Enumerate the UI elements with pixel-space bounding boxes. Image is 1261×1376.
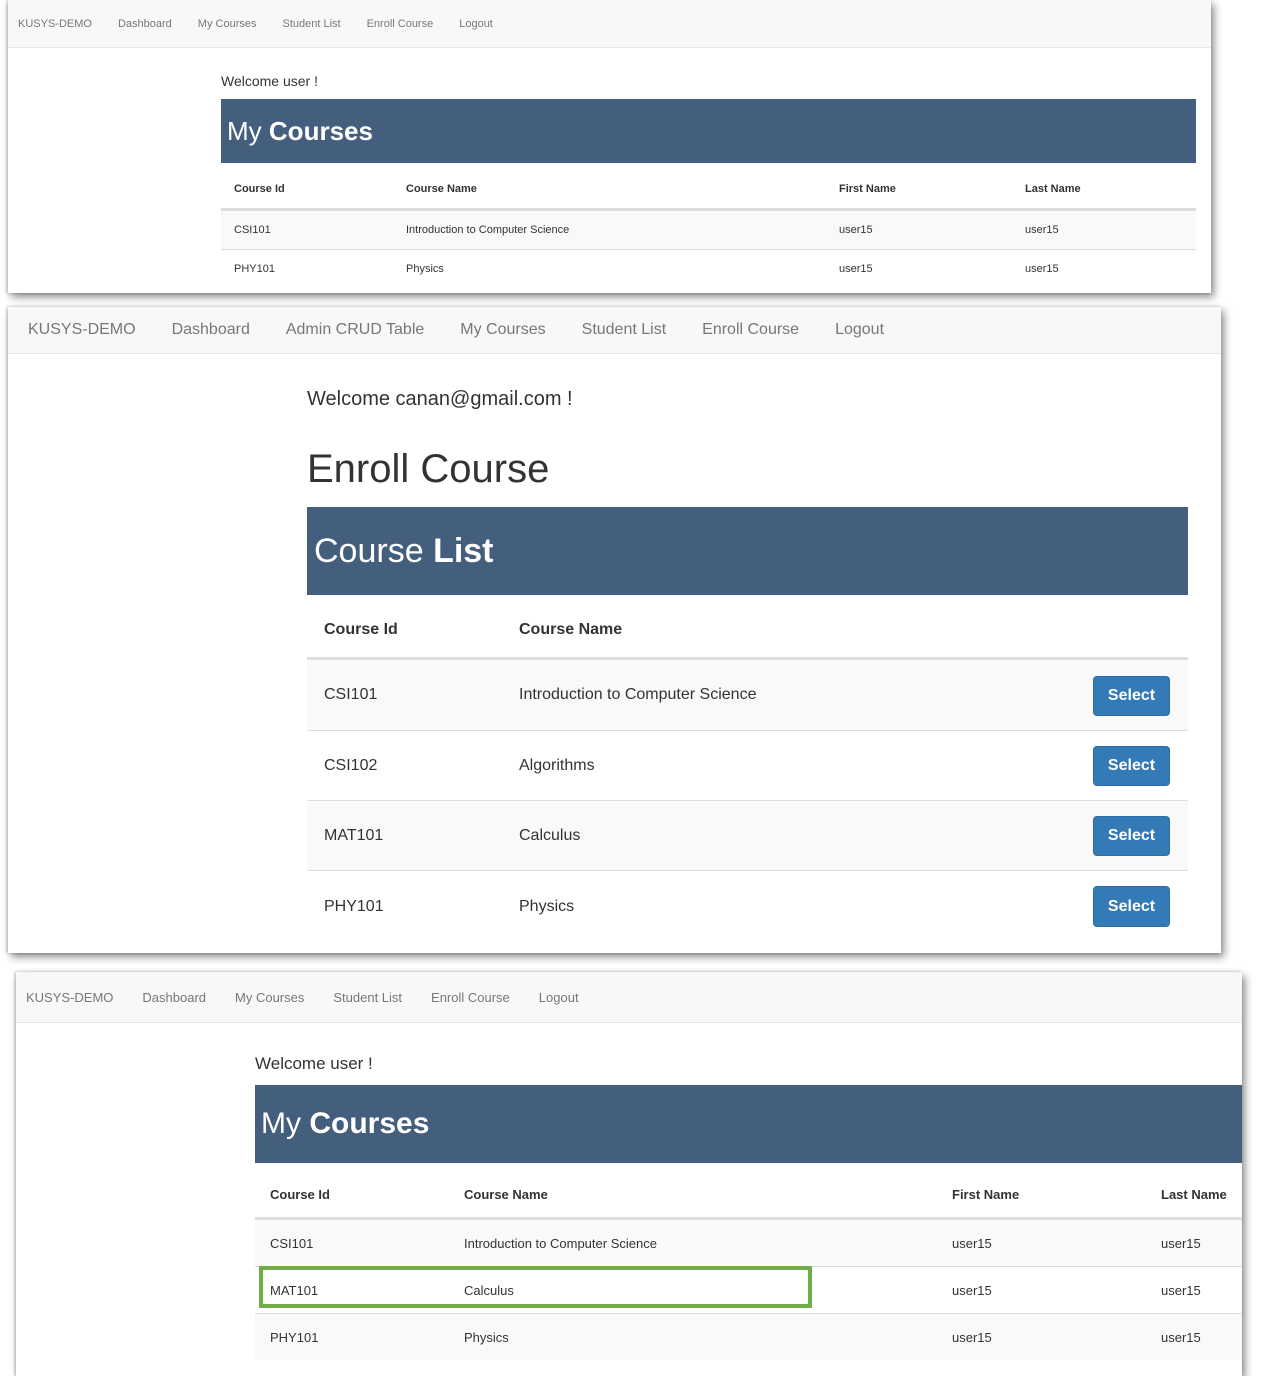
col-last-name: Last Name <box>1025 183 1081 195</box>
table-row: CSI101 Introduction to Computer Science … <box>307 659 1188 730</box>
cell-course-id: PHY101 <box>234 263 275 275</box>
nav-logout[interactable]: Logout <box>539 990 579 1005</box>
navbar: KUSYS-DEMO Dashboard My Courses Student … <box>8 0 1211 48</box>
header-light: My <box>261 1107 301 1140</box>
cell-course-id: CSI101 <box>324 686 378 703</box>
cell-course-id: MAT101 <box>324 826 384 844</box>
table-header-row: Course Id Course Name First Name Last Na… <box>255 1172 1242 1219</box>
course-list-header: Course List <box>307 507 1188 595</box>
nav-my-courses[interactable]: My Courses <box>460 321 545 339</box>
screenshot-my-courses-1: KUSYS-DEMO Dashboard My Courses Student … <box>8 0 1211 293</box>
cell-last-name: user15 <box>1161 1329 1201 1345</box>
cell-course-name: Physics <box>464 1329 509 1345</box>
col-course-name: Course Name <box>519 620 623 638</box>
nav-brand[interactable]: KUSYS-DEMO <box>18 18 92 30</box>
table-row: CSI101 Introduction to Computer Science … <box>221 210 1196 249</box>
my-courses-header: My Courses <box>221 99 1196 163</box>
cell-first-name: user15 <box>952 1329 992 1345</box>
cell-course-name: Physics <box>406 263 444 275</box>
cell-first-name: user15 <box>952 1282 992 1298</box>
cell-last-name: user15 <box>1025 263 1059 275</box>
cell-course-id: PHY101 <box>270 1329 319 1345</box>
cell-course-id: CSI102 <box>324 756 378 774</box>
table-header-row: Course Id Course Name First Name Last Na… <box>221 170 1196 210</box>
cell-first-name: user15 <box>839 263 873 275</box>
cell-last-name: user15 <box>1161 1282 1201 1298</box>
select-button[interactable]: Select <box>1093 816 1170 856</box>
welcome-text: Welcome user ! <box>255 1054 373 1073</box>
cell-course-id: CSI101 <box>234 224 271 236</box>
nav-admin-crud-table[interactable]: Admin CRUD Table <box>286 321 424 339</box>
select-button[interactable]: Select <box>1093 886 1170 927</box>
cell-first-name: user15 <box>952 1235 992 1251</box>
nav-student-list[interactable]: Student List <box>282 18 340 30</box>
nav-my-courses[interactable]: My Courses <box>235 990 304 1005</box>
nav-student-list[interactable]: Student List <box>333 990 402 1005</box>
select-button[interactable]: Select <box>1093 676 1170 716</box>
cell-course-name: Algorithms <box>519 756 595 774</box>
table-row: PHY101 Physics user15 user15 <box>221 249 1196 288</box>
table-row: CSI101 Introduction to Computer Science … <box>255 1219 1242 1266</box>
welcome-text: Welcome user ! <box>221 73 318 89</box>
course-list-table: Course Id Course Name CSI101 Introductio… <box>307 602 1188 942</box>
nav-enroll-course[interactable]: Enroll Course <box>431 990 510 1005</box>
header-bold: Courses <box>309 1107 430 1140</box>
cell-course-id: CSI101 <box>270 1235 314 1251</box>
my-courses-table: Course Id Course Name First Name Last Na… <box>255 1172 1242 1360</box>
nav-my-courses[interactable]: My Courses <box>198 18 257 30</box>
col-course-id: Course Id <box>270 1187 330 1202</box>
my-courses-table: Course Id Course Name First Name Last Na… <box>221 170 1196 293</box>
col-course-name: Course Name <box>406 183 477 195</box>
nav-brand[interactable]: KUSYS-DEMO <box>28 321 136 339</box>
nav-dashboard[interactable]: Dashboard <box>142 990 206 1005</box>
nav-logout[interactable]: Logout <box>459 18 493 30</box>
table-row: PHY101 Physics user15 user15 <box>255 1313 1242 1360</box>
nav-enroll-course[interactable]: Enroll Course <box>367 18 434 30</box>
nav-logout[interactable]: Logout <box>835 321 884 339</box>
table-header-row: Course Id Course Name <box>307 602 1188 659</box>
screenshot-my-courses-2: KUSYS-DEMO Dashboard My Courses Student … <box>16 972 1242 1376</box>
nav-dashboard[interactable]: Dashboard <box>172 321 250 339</box>
cell-course-name: Physics <box>519 897 575 915</box>
nav-dashboard[interactable]: Dashboard <box>118 18 172 30</box>
nav-student-list[interactable]: Student List <box>582 321 667 339</box>
nav-enroll-course[interactable]: Enroll Course <box>702 321 799 339</box>
col-course-id: Course Id <box>234 183 285 195</box>
new-enrollment-highlight <box>259 1266 812 1308</box>
page-title: Enroll Course <box>307 447 550 491</box>
col-first-name: First Name <box>952 1187 1020 1202</box>
header-light: My <box>227 115 262 146</box>
navbar: KUSYS-DEMO Dashboard Admin CRUD Table My… <box>8 307 1221 354</box>
cell-course-name: Introduction to Computer Science <box>519 686 757 703</box>
table-row: MAT101 Calculus Select <box>307 800 1188 870</box>
cell-last-name: user15 <box>1025 224 1059 236</box>
cell-course-name: Introduction to Computer Science <box>464 1235 657 1251</box>
cell-last-name: user15 <box>1161 1235 1201 1251</box>
col-course-name: Course Name <box>464 1187 548 1202</box>
welcome-text: Welcome canan@gmail.com ! <box>307 388 573 410</box>
select-button[interactable]: Select <box>1093 746 1170 786</box>
navbar: KUSYS-DEMO Dashboard My Courses Student … <box>16 972 1242 1023</box>
cell-course-id: PHY101 <box>324 897 384 915</box>
col-first-name: First Name <box>839 183 896 195</box>
my-courses-header: My Courses <box>255 1085 1242 1163</box>
header-bold: List <box>433 531 494 570</box>
col-last-name: Last Name <box>1161 1187 1227 1202</box>
header-light: Course <box>314 531 424 570</box>
table-row: PHY101 Physics Select <box>307 870 1188 942</box>
cell-course-name: Calculus <box>519 826 581 844</box>
header-bold: Courses <box>268 115 373 146</box>
table-row: CSI102 Algorithms Select <box>307 730 1188 800</box>
cell-course-name: Introduction to Computer Science <box>406 224 570 236</box>
nav-brand[interactable]: KUSYS-DEMO <box>26 990 113 1005</box>
col-course-id: Course Id <box>324 620 398 638</box>
screenshot-enroll-course: KUSYS-DEMO Dashboard Admin CRUD Table My… <box>8 307 1221 953</box>
cell-first-name: user15 <box>839 224 873 236</box>
